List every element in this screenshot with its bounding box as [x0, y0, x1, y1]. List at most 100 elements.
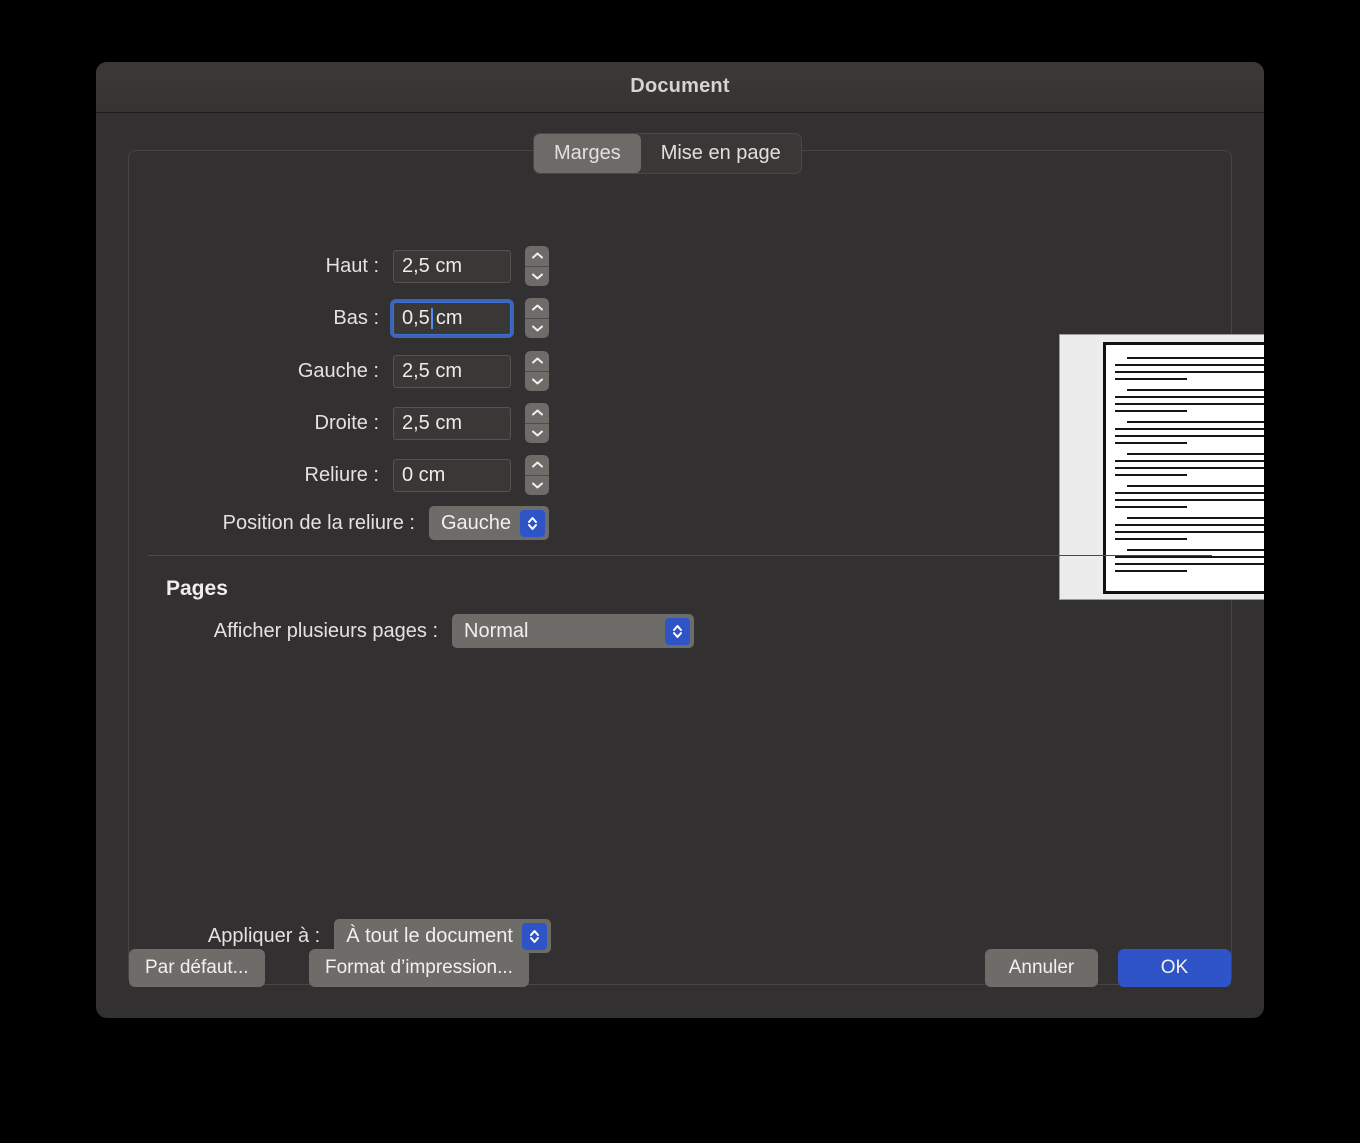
preview-text-line: [1115, 428, 1264, 430]
preview-text-line: [1115, 435, 1264, 437]
input-margin-top-value: 2,5 cm: [402, 254, 463, 277]
row-gutter: Reliure : 0 cm: [129, 455, 549, 495]
input-margin-bottom[interactable]: 0,5 cm: [393, 301, 511, 335]
input-margin-right-value: 2,5 cm: [402, 411, 463, 434]
label-multiple-pages: Afficher plusieurs pages :: [213, 619, 438, 642]
preview-paragraph: [1115, 453, 1264, 476]
select-multiple-pages[interactable]: Normal: [452, 614, 694, 648]
select-multiple-pages-value: Normal: [464, 619, 529, 642]
input-margin-bottom-unit: cm: [435, 306, 463, 329]
preview-text-line: [1115, 410, 1187, 412]
input-margin-left-value: 2,5 cm: [402, 359, 463, 382]
tab-mise-en-page[interactable]: Mise en page: [641, 134, 801, 173]
preview-paragraph: [1115, 389, 1264, 412]
input-margin-bottom-value: 0,5: [402, 306, 430, 329]
settings-panel: Haut : 2,5 cm Bas : 0,5 cm Gauche: 2,5 …: [128, 150, 1264, 985]
pages-section-heading: Pages: [166, 577, 228, 600]
dialog-title: Document: [630, 75, 730, 97]
select-apply-to-value: À tout le document: [346, 924, 513, 947]
preview-text-line: [1115, 378, 1187, 380]
row-margin-top: Haut : 2,5 cm: [129, 246, 549, 286]
preview-paragraph: [1115, 485, 1264, 508]
stepper-down-icon[interactable]: [525, 266, 549, 286]
preview-text-line: [1115, 556, 1264, 558]
label-margin-bottom: Bas :: [333, 306, 379, 329]
input-margin-left[interactable]: 2,5 cm: [393, 354, 511, 388]
ok-button[interactable]: OK: [1118, 949, 1231, 987]
chevron-updown-icon: [522, 922, 547, 950]
select-gutter-position-value: Gauche: [440, 511, 511, 534]
stepper-up-icon[interactable]: [525, 403, 549, 424]
preview-text-line: [1127, 421, 1264, 423]
row-multiple-pages: Afficher plusieurs pages : Normal: [129, 614, 694, 648]
preview-text-line: [1115, 492, 1264, 494]
input-margin-right[interactable]: 2,5 cm: [393, 406, 511, 440]
chevron-updown-icon: [520, 509, 545, 537]
preview-paragraph: [1115, 549, 1264, 572]
stepper-up-icon[interactable]: [525, 351, 549, 372]
document-settings-dialog: Document Marges Mise en page Haut : 2,5 …: [96, 62, 1264, 1018]
input-gutter[interactable]: 0 cm: [393, 458, 511, 492]
preview-text-line: [1127, 485, 1264, 487]
label-margin-top: Haut :: [325, 254, 379, 277]
row-margin-right: Droite : 2,5 cm: [129, 403, 549, 443]
preview-text-line: [1115, 467, 1264, 469]
label-margin-right: Droite :: [314, 411, 379, 434]
preview-text-line: [1115, 570, 1187, 572]
select-apply-to[interactable]: À tout le document: [334, 919, 551, 953]
preview-text-line: [1127, 453, 1264, 455]
tab-bar: Marges Mise en page: [533, 133, 802, 174]
stepper-down-icon[interactable]: [525, 475, 549, 495]
preview-paragraph: [1115, 421, 1264, 444]
preview-text-line: [1127, 549, 1264, 551]
stepper-margin-bottom[interactable]: [525, 298, 549, 338]
text-caret: [430, 307, 433, 329]
tab-marges[interactable]: Marges: [534, 134, 641, 173]
select-gutter-position[interactable]: Gauche: [428, 506, 549, 540]
stepper-up-icon[interactable]: [525, 298, 549, 319]
preview-text-line: [1115, 396, 1264, 398]
preview-text-line: [1115, 364, 1264, 366]
stepper-up-icon[interactable]: [525, 246, 549, 267]
page-preview-sheet: [1103, 342, 1264, 594]
stepper-margin-top[interactable]: [525, 246, 549, 286]
preview-text-line: [1115, 506, 1187, 508]
row-apply-to: Appliquer à : À tout le document: [129, 919, 551, 953]
label-gutter: Reliure :: [304, 463, 379, 486]
preview-text-line: [1115, 563, 1264, 565]
stepper-margin-right[interactable]: [525, 403, 549, 443]
stepper-down-icon[interactable]: [525, 318, 549, 338]
page-preview: [1059, 334, 1264, 600]
preview-text-line: [1115, 499, 1264, 501]
stepper-margin-left[interactable]: [525, 351, 549, 391]
preview-text-line: [1115, 538, 1187, 540]
preview-text-line: [1127, 389, 1264, 391]
preview-paragraph: [1115, 357, 1264, 380]
preview-text-line: [1115, 531, 1264, 533]
preview-text-line: [1127, 357, 1264, 359]
dialog-titlebar[interactable]: Document: [96, 62, 1264, 113]
cancel-button[interactable]: Annuler: [985, 949, 1098, 987]
page-preview-lines: [1115, 357, 1264, 581]
input-gutter-value: 0 cm: [402, 463, 446, 486]
preview-paragraph: [1115, 517, 1264, 540]
stepper-up-icon[interactable]: [525, 455, 549, 476]
defaults-button[interactable]: Par défaut...: [129, 949, 265, 987]
chevron-updown-icon: [665, 617, 690, 645]
preview-text-line: [1115, 403, 1264, 405]
preview-text-line: [1115, 474, 1187, 476]
page-setup-button[interactable]: Format d’impression...: [309, 949, 529, 987]
label-margin-left: Gauche :: [297, 359, 379, 382]
preview-text-line: [1127, 517, 1264, 519]
row-gutter-position: Position de la reliure : Gauche: [129, 506, 549, 540]
input-margin-top[interactable]: 2,5 cm: [393, 249, 511, 283]
section-divider: [148, 555, 1212, 556]
preview-text-line: [1115, 371, 1264, 373]
preview-text-line: [1115, 524, 1264, 526]
stepper-gutter[interactable]: [525, 455, 549, 495]
stepper-down-icon[interactable]: [525, 371, 549, 391]
stepper-down-icon[interactable]: [525, 423, 549, 443]
row-margin-left: Gauche : 2,5 cm: [129, 351, 549, 391]
preview-text-line: [1115, 442, 1187, 444]
label-apply-to: Appliquer à :: [207, 924, 321, 947]
